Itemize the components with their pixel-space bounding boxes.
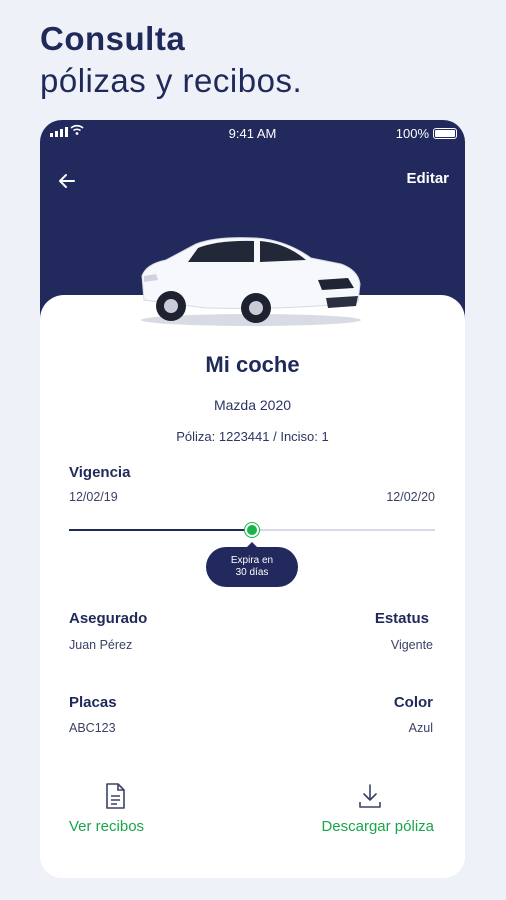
- car-image: [141, 237, 361, 326]
- validity-progress-marker: [245, 523, 259, 537]
- download-policy-button[interactable]: Descargar póliza: [321, 818, 434, 835]
- status-label: Estatus: [374, 610, 429, 627]
- headline-line-2: pólizas y recibos.: [40, 62, 303, 99]
- color-label: Color: [393, 694, 433, 711]
- insured-label: Asegurado: [69, 610, 148, 627]
- promo-headline: Consulta pólizas y recibos.: [40, 18, 302, 102]
- headline-line-1: Consulta: [40, 20, 186, 57]
- plates-value: ABC123: [69, 721, 116, 735]
- expiry-tooltip: Expira en 30 días: [206, 542, 298, 587]
- battery-icon: [433, 128, 457, 139]
- back-arrow-icon[interactable]: [54, 168, 80, 194]
- expiry-tooltip-line-1: Expira en: [230, 555, 274, 566]
- edit-button[interactable]: Editar: [406, 170, 449, 187]
- receipt-icon[interactable]: [103, 782, 127, 810]
- expiry-tooltip-line-2: 30 días: [235, 567, 269, 578]
- vehicle-model: Mazda 2020: [213, 397, 292, 413]
- view-receipts-button[interactable]: Ver recibos: [69, 818, 144, 835]
- policy-number: Póliza: 1223441 / Inciso: 1: [176, 429, 329, 444]
- status-value: Vigente: [390, 638, 433, 652]
- validity-start-date: 12/02/19: [69, 490, 118, 504]
- plates-label: Placas: [69, 694, 117, 711]
- status-bar: 9:41 AM 100%: [40, 120, 465, 146]
- download-icon[interactable]: [358, 782, 382, 810]
- insured-value: Juan Pérez: [69, 638, 133, 652]
- validity-end-date: 12/02/20: [386, 490, 435, 504]
- validity-label: Vigencia: [69, 464, 131, 481]
- color-value: Azul: [408, 721, 433, 735]
- validity-progress-fill: [69, 529, 252, 531]
- phone-screen: 9:41 AM 100% Editar Mi coche Mazda 2020 …: [40, 120, 465, 878]
- battery-percent: 100%: [395, 126, 429, 141]
- vehicle-name: Mi coche: [205, 352, 300, 377]
